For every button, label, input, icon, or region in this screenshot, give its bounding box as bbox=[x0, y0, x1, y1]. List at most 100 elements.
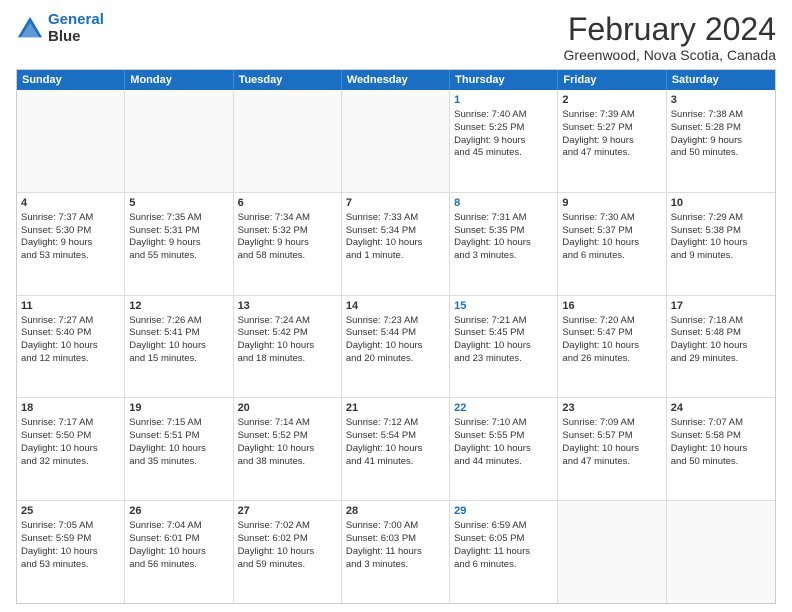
cal-cell: 25Sunrise: 7:05 AM Sunset: 5:59 PM Dayli… bbox=[17, 501, 125, 603]
cal-cell: 22Sunrise: 7:10 AM Sunset: 5:55 PM Dayli… bbox=[450, 398, 558, 500]
day-info: Sunrise: 7:21 AM Sunset: 5:45 PM Dayligh… bbox=[454, 315, 531, 364]
logo: General Blue bbox=[16, 12, 104, 45]
cal-cell: 3Sunrise: 7:38 AM Sunset: 5:28 PM Daylig… bbox=[667, 90, 775, 192]
day-number: 10 bbox=[671, 196, 771, 211]
day-number: 25 bbox=[21, 504, 120, 519]
page: General Blue February 2024 Greenwood, No… bbox=[0, 0, 792, 612]
cal-cell: 14Sunrise: 7:23 AM Sunset: 5:44 PM Dayli… bbox=[342, 296, 450, 398]
cal-cell bbox=[342, 90, 450, 192]
day-info: Sunrise: 7:07 AM Sunset: 5:58 PM Dayligh… bbox=[671, 417, 748, 466]
cal-cell: 2Sunrise: 7:39 AM Sunset: 5:27 PM Daylig… bbox=[558, 90, 666, 192]
day-number: 7 bbox=[346, 196, 445, 211]
cal-cell: 23Sunrise: 7:09 AM Sunset: 5:57 PM Dayli… bbox=[558, 398, 666, 500]
cal-cell: 24Sunrise: 7:07 AM Sunset: 5:58 PM Dayli… bbox=[667, 398, 775, 500]
day-info: Sunrise: 7:24 AM Sunset: 5:42 PM Dayligh… bbox=[238, 315, 315, 364]
cal-cell bbox=[234, 90, 342, 192]
day-info: Sunrise: 7:17 AM Sunset: 5:50 PM Dayligh… bbox=[21, 417, 98, 466]
day-info: Sunrise: 7:34 AM Sunset: 5:32 PM Dayligh… bbox=[238, 212, 310, 261]
header: General Blue February 2024 Greenwood, No… bbox=[16, 12, 776, 63]
logo-text: General Blue bbox=[48, 12, 104, 45]
cal-cell: 20Sunrise: 7:14 AM Sunset: 5:52 PM Dayli… bbox=[234, 398, 342, 500]
cal-cell: 10Sunrise: 7:29 AM Sunset: 5:38 PM Dayli… bbox=[667, 193, 775, 295]
col-header-tuesday: Tuesday bbox=[234, 70, 342, 90]
day-number: 14 bbox=[346, 299, 445, 314]
cal-cell: 1Sunrise: 7:40 AM Sunset: 5:25 PM Daylig… bbox=[450, 90, 558, 192]
day-info: Sunrise: 7:10 AM Sunset: 5:55 PM Dayligh… bbox=[454, 417, 531, 466]
cal-cell: 12Sunrise: 7:26 AM Sunset: 5:41 PM Dayli… bbox=[125, 296, 233, 398]
day-info: Sunrise: 7:26 AM Sunset: 5:41 PM Dayligh… bbox=[129, 315, 206, 364]
cal-cell: 21Sunrise: 7:12 AM Sunset: 5:54 PM Dayli… bbox=[342, 398, 450, 500]
day-info: Sunrise: 7:39 AM Sunset: 5:27 PM Dayligh… bbox=[562, 109, 634, 158]
day-info: Sunrise: 7:27 AM Sunset: 5:40 PM Dayligh… bbox=[21, 315, 98, 364]
cal-cell: 11Sunrise: 7:27 AM Sunset: 5:40 PM Dayli… bbox=[17, 296, 125, 398]
day-number: 18 bbox=[21, 401, 120, 416]
day-info: Sunrise: 7:38 AM Sunset: 5:28 PM Dayligh… bbox=[671, 109, 743, 158]
day-number: 17 bbox=[671, 299, 771, 314]
day-info: Sunrise: 7:15 AM Sunset: 5:51 PM Dayligh… bbox=[129, 417, 206, 466]
day-info: Sunrise: 7:23 AM Sunset: 5:44 PM Dayligh… bbox=[346, 315, 423, 364]
day-info: Sunrise: 7:12 AM Sunset: 5:54 PM Dayligh… bbox=[346, 417, 423, 466]
subtitle: Greenwood, Nova Scotia, Canada bbox=[564, 47, 776, 63]
col-header-monday: Monday bbox=[125, 70, 233, 90]
day-number: 11 bbox=[21, 299, 120, 314]
day-number: 13 bbox=[238, 299, 337, 314]
day-number: 2 bbox=[562, 93, 661, 108]
col-header-wednesday: Wednesday bbox=[342, 70, 450, 90]
day-number: 24 bbox=[671, 401, 771, 416]
day-info: Sunrise: 7:37 AM Sunset: 5:30 PM Dayligh… bbox=[21, 212, 93, 261]
day-info: Sunrise: 7:40 AM Sunset: 5:25 PM Dayligh… bbox=[454, 109, 526, 158]
day-number: 16 bbox=[562, 299, 661, 314]
cal-cell: 28Sunrise: 7:00 AM Sunset: 6:03 PM Dayli… bbox=[342, 501, 450, 603]
col-header-friday: Friday bbox=[558, 70, 666, 90]
cal-cell: 8Sunrise: 7:31 AM Sunset: 5:35 PM Daylig… bbox=[450, 193, 558, 295]
cal-cell bbox=[17, 90, 125, 192]
day-number: 4 bbox=[21, 196, 120, 211]
day-info: Sunrise: 7:02 AM Sunset: 6:02 PM Dayligh… bbox=[238, 520, 315, 569]
cal-row-2: 11Sunrise: 7:27 AM Sunset: 5:40 PM Dayli… bbox=[17, 296, 775, 399]
cal-cell: 5Sunrise: 7:35 AM Sunset: 5:31 PM Daylig… bbox=[125, 193, 233, 295]
day-number: 15 bbox=[454, 299, 553, 314]
day-info: Sunrise: 6:59 AM Sunset: 6:05 PM Dayligh… bbox=[454, 520, 530, 569]
cal-cell: 4Sunrise: 7:37 AM Sunset: 5:30 PM Daylig… bbox=[17, 193, 125, 295]
cal-cell: 27Sunrise: 7:02 AM Sunset: 6:02 PM Dayli… bbox=[234, 501, 342, 603]
cal-cell: 17Sunrise: 7:18 AM Sunset: 5:48 PM Dayli… bbox=[667, 296, 775, 398]
main-title: February 2024 bbox=[564, 12, 776, 47]
cal-cell: 13Sunrise: 7:24 AM Sunset: 5:42 PM Dayli… bbox=[234, 296, 342, 398]
calendar-body: 1Sunrise: 7:40 AM Sunset: 5:25 PM Daylig… bbox=[17, 90, 775, 603]
day-info: Sunrise: 7:09 AM Sunset: 5:57 PM Dayligh… bbox=[562, 417, 639, 466]
day-info: Sunrise: 7:18 AM Sunset: 5:48 PM Dayligh… bbox=[671, 315, 748, 364]
cal-cell bbox=[558, 501, 666, 603]
logo-icon bbox=[16, 15, 44, 43]
day-number: 29 bbox=[454, 504, 553, 519]
day-info: Sunrise: 7:05 AM Sunset: 5:59 PM Dayligh… bbox=[21, 520, 98, 569]
cal-row-1: 4Sunrise: 7:37 AM Sunset: 5:30 PM Daylig… bbox=[17, 193, 775, 296]
cal-row-3: 18Sunrise: 7:17 AM Sunset: 5:50 PM Dayli… bbox=[17, 398, 775, 501]
day-info: Sunrise: 7:35 AM Sunset: 5:31 PM Dayligh… bbox=[129, 212, 201, 261]
cal-row-4: 25Sunrise: 7:05 AM Sunset: 5:59 PM Dayli… bbox=[17, 501, 775, 603]
cal-cell: 9Sunrise: 7:30 AM Sunset: 5:37 PM Daylig… bbox=[558, 193, 666, 295]
col-header-thursday: Thursday bbox=[450, 70, 558, 90]
day-number: 23 bbox=[562, 401, 661, 416]
day-info: Sunrise: 7:04 AM Sunset: 6:01 PM Dayligh… bbox=[129, 520, 206, 569]
day-number: 5 bbox=[129, 196, 228, 211]
cal-cell: 19Sunrise: 7:15 AM Sunset: 5:51 PM Dayli… bbox=[125, 398, 233, 500]
calendar: SundayMondayTuesdayWednesdayThursdayFrid… bbox=[16, 69, 776, 604]
day-info: Sunrise: 7:14 AM Sunset: 5:52 PM Dayligh… bbox=[238, 417, 315, 466]
cal-cell: 7Sunrise: 7:33 AM Sunset: 5:34 PM Daylig… bbox=[342, 193, 450, 295]
day-number: 22 bbox=[454, 401, 553, 416]
day-info: Sunrise: 7:30 AM Sunset: 5:37 PM Dayligh… bbox=[562, 212, 639, 261]
cal-row-0: 1Sunrise: 7:40 AM Sunset: 5:25 PM Daylig… bbox=[17, 90, 775, 193]
day-number: 12 bbox=[129, 299, 228, 314]
day-number: 1 bbox=[454, 93, 553, 108]
day-number: 28 bbox=[346, 504, 445, 519]
cal-cell: 18Sunrise: 7:17 AM Sunset: 5:50 PM Dayli… bbox=[17, 398, 125, 500]
day-info: Sunrise: 7:29 AM Sunset: 5:38 PM Dayligh… bbox=[671, 212, 748, 261]
title-block: February 2024 Greenwood, Nova Scotia, Ca… bbox=[564, 12, 776, 63]
cal-cell bbox=[667, 501, 775, 603]
day-number: 3 bbox=[671, 93, 771, 108]
day-number: 19 bbox=[129, 401, 228, 416]
cal-cell: 15Sunrise: 7:21 AM Sunset: 5:45 PM Dayli… bbox=[450, 296, 558, 398]
col-header-sunday: Sunday bbox=[17, 70, 125, 90]
day-number: 6 bbox=[238, 196, 337, 211]
col-header-saturday: Saturday bbox=[667, 70, 775, 90]
